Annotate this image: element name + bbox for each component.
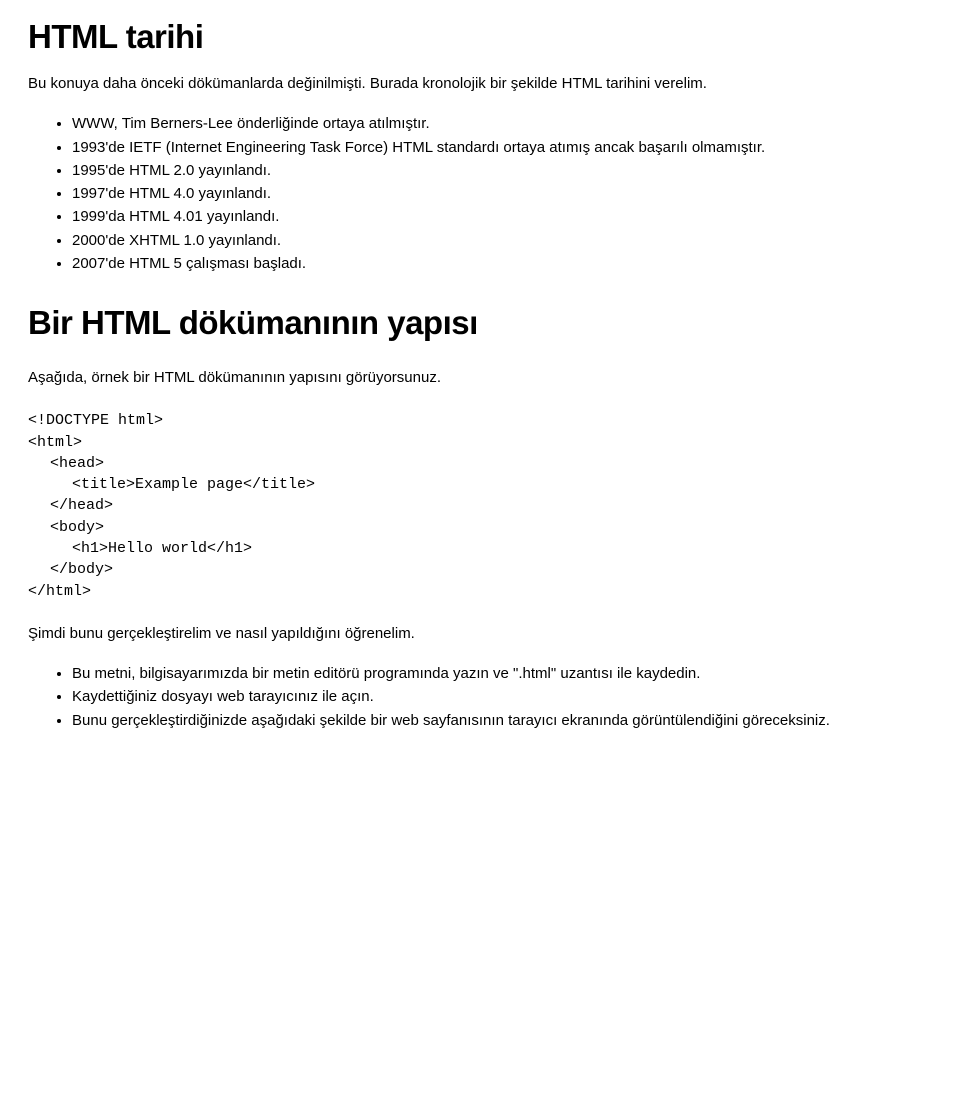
code-line: <h1>Hello world</h1> xyxy=(28,538,932,559)
code-line: <title>Example page</title> xyxy=(28,474,932,495)
list-item: 2000'de XHTML 1.0 yayınlandı. xyxy=(72,231,932,251)
list-item: Bunu gerçekleştirdiğinizde aşağıdaki şek… xyxy=(72,711,932,731)
history-list: WWW, Tim Berners-Lee önderliğinde ortaya… xyxy=(28,114,932,274)
intro-paragraph-1: Bu konuya daha önceki dökümanlarda değin… xyxy=(28,74,932,94)
heading-html-dokuman-yapisi: Bir HTML dökümanının yapısı xyxy=(28,304,932,342)
list-item: Kaydettiğiniz dosyayı web tarayıcınız il… xyxy=(72,687,932,707)
list-item: WWW, Tim Berners-Lee önderliğinde ortaya… xyxy=(72,114,932,134)
code-line: <head> xyxy=(28,453,932,474)
code-line: <html> xyxy=(28,434,82,451)
code-line: <body> xyxy=(28,517,932,538)
list-item: 1993'de IETF (Internet Engineering Task … xyxy=(72,138,932,158)
code-line: <!DOCTYPE html> xyxy=(28,412,163,429)
code-line: </body> xyxy=(28,559,932,580)
list-item: 1995'de HTML 2.0 yayınlandı. xyxy=(72,161,932,181)
code-example: <!DOCTYPE html> <html> <head><title>Exam… xyxy=(28,410,932,602)
list-item: 1997'de HTML 4.0 yayınlandı. xyxy=(72,184,932,204)
list-item: Bu metni, bilgisayarımızda bir metin edi… xyxy=(72,664,932,684)
list-item: 2007'de HTML 5 çalışması başladı. xyxy=(72,254,932,274)
list-item: 1999'da HTML 4.01 yayınlandı. xyxy=(72,207,932,227)
followup-paragraph: Şimdi bunu gerçekleştirelim ve nasıl yap… xyxy=(28,624,932,644)
heading-html-tarihi: HTML tarihi xyxy=(28,18,932,56)
code-line: </head> xyxy=(28,495,932,516)
code-line: </html> xyxy=(28,583,91,600)
steps-list: Bu metni, bilgisayarımızda bir metin edi… xyxy=(28,664,932,731)
intro-paragraph-2: Aşağıda, örnek bir HTML dökümanının yapı… xyxy=(28,368,932,388)
